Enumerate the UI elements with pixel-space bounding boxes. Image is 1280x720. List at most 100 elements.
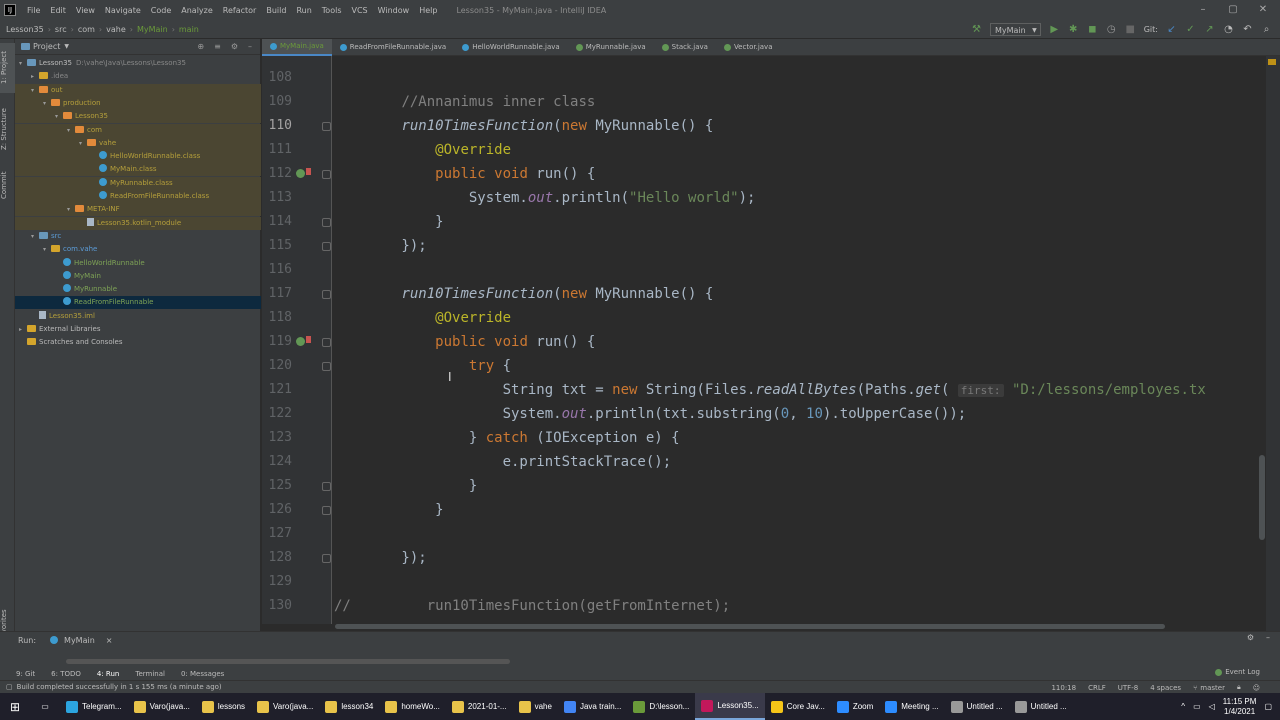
code-line[interactable] xyxy=(262,66,1280,90)
code-line[interactable]: String txt = new String(Files.readAllByt… xyxy=(262,378,1280,402)
menu-tools[interactable]: Tools xyxy=(317,6,347,15)
close-icon[interactable]: ✕ xyxy=(1256,3,1270,17)
tree-item[interactable]: MyMain.class xyxy=(15,163,261,177)
git-update-icon[interactable]: ↙ xyxy=(1166,24,1177,35)
tree-item[interactable]: MyMain xyxy=(15,270,261,283)
taskbar-item[interactable]: Java train... xyxy=(558,693,627,720)
expand-arrow-icon[interactable]: ▾ xyxy=(43,97,51,110)
tree-item[interactable]: MyRunnable.class xyxy=(15,176,261,190)
taskbar-item[interactable]: homeWo... xyxy=(379,693,446,720)
code-line[interactable]: public void run() { xyxy=(262,162,1280,186)
breadcrumb-item[interactable]: MyMain xyxy=(137,25,168,34)
build-hammer-icon[interactable]: ⚒ xyxy=(971,24,982,35)
expand-arrow-icon[interactable]: ▾ xyxy=(67,124,75,137)
taskbar-item[interactable]: Telegram... xyxy=(60,693,128,720)
code-line[interactable]: } xyxy=(262,498,1280,522)
tree-item[interactable]: ▾ com xyxy=(15,123,261,137)
expand-arrow-icon[interactable]: ▾ xyxy=(31,84,39,97)
hide-icon[interactable]: – xyxy=(1266,633,1270,642)
expand-arrow-icon[interactable]: ▾ xyxy=(19,57,27,70)
tree-item[interactable]: ▾ Lesson35 D:\vahe\Java\Lessons\Lesson35 xyxy=(15,57,261,70)
code-line[interactable]: System.out.println(txt.substring(0, 10).… xyxy=(262,402,1280,426)
expand-arrow-icon[interactable]: ▾ xyxy=(43,243,51,256)
menu-view[interactable]: View xyxy=(71,6,100,15)
smiley-icon[interactable]: ☺ xyxy=(1253,684,1260,692)
status-message[interactable]: Build completed successfully in 1 s 155 … xyxy=(17,683,222,691)
menu-window[interactable]: Window xyxy=(373,6,415,15)
code-line[interactable] xyxy=(262,522,1280,546)
taskbar-item[interactable]: Untitled ... xyxy=(945,693,1009,720)
run-output-scrollbar[interactable] xyxy=(66,659,510,664)
expand-arrow-icon[interactable]: ▸ xyxy=(19,323,27,336)
task-view-icon[interactable]: ▭ xyxy=(30,693,60,720)
warning-marker-icon[interactable] xyxy=(1268,59,1276,65)
editor-tab[interactable]: Stack.java xyxy=(654,39,716,56)
tree-item[interactable]: ▾ Lesson35 xyxy=(15,110,261,124)
tree-item[interactable]: Lesson35.iml xyxy=(15,310,261,323)
collapse-all-icon[interactable]: ≡ xyxy=(214,42,221,51)
gear-icon[interactable]: ⚙ xyxy=(1247,633,1254,642)
editor-tab[interactable]: ReadFromFileRunnable.java xyxy=(332,39,454,56)
tree-item[interactable]: HelloWorldRunnable xyxy=(15,257,261,270)
code-line[interactable]: System.out.println("Hello world"); xyxy=(262,186,1280,210)
menu-vcs[interactable]: VCS xyxy=(347,6,373,15)
lock-icon[interactable]: 🔒︎ xyxy=(1237,683,1241,692)
code-line[interactable]: } catch (IOException e) { xyxy=(262,426,1280,450)
taskbar-item[interactable]: vahe xyxy=(513,693,558,720)
taskbar-item[interactable]: Untitled ... xyxy=(1009,693,1073,720)
scrollbar-thumb[interactable] xyxy=(1259,455,1265,540)
breadcrumb-item[interactable]: src xyxy=(55,25,67,34)
tree-item[interactable]: ▾ out xyxy=(15,83,261,97)
taskbar-item[interactable]: Core Jav... xyxy=(765,693,831,720)
maximize-icon[interactable]: ▢ xyxy=(1226,3,1240,17)
taskbar-item[interactable]: Meeting ... xyxy=(879,693,944,720)
coverage-icon[interactable]: ◼ xyxy=(1087,24,1098,35)
code-line[interactable]: e.printStackTrace(); xyxy=(262,450,1280,474)
editor-tab[interactable]: Vector.java xyxy=(716,39,781,56)
chevron-down-icon[interactable]: ▼ xyxy=(64,43,69,50)
tree-item[interactable]: ▾ src xyxy=(15,230,261,243)
tray-chevron-icon[interactable]: ^ xyxy=(1181,702,1185,711)
bottom-tab[interactable]: 0: Messages xyxy=(181,670,224,678)
tree-item[interactable]: ▸ .idea xyxy=(15,70,261,83)
taskbar-item[interactable]: 2021-01-... xyxy=(446,693,513,720)
menu-refactor[interactable]: Refactor xyxy=(218,6,262,15)
menu-navigate[interactable]: Navigate xyxy=(100,6,146,15)
indent-setting[interactable]: 4 spaces xyxy=(1150,684,1181,692)
tree-item[interactable]: HelloWorldRunnable.class xyxy=(15,150,261,164)
code-line[interactable]: } xyxy=(262,210,1280,234)
revert-icon[interactable]: ↶ xyxy=(1242,24,1253,35)
editor-tab[interactable]: MyMain.java xyxy=(262,39,332,56)
taskbar-item[interactable]: Lesson35... xyxy=(695,693,765,720)
bottom-tab[interactable]: Terminal xyxy=(135,670,165,678)
tree-item[interactable]: ▾ vahe xyxy=(15,136,261,150)
code-line[interactable] xyxy=(262,570,1280,594)
hide-icon[interactable]: – xyxy=(248,42,252,51)
taskbar-item[interactable]: Zoom xyxy=(831,693,879,720)
code-line[interactable]: }); xyxy=(262,546,1280,570)
tree-item[interactable]: ReadFromFileRunnable xyxy=(15,296,261,310)
tree-item[interactable]: Scratches and Consoles xyxy=(15,336,261,349)
taskbar-item[interactable]: D:\lesson... xyxy=(627,693,695,720)
start-button[interactable]: ⊞ xyxy=(0,693,30,720)
file-encoding[interactable]: UTF-8 xyxy=(1118,684,1138,692)
menu-build[interactable]: Build xyxy=(261,6,291,15)
editor-tab[interactable]: HelloWorldRunnable.java xyxy=(454,39,568,56)
stop-icon[interactable]: ■ xyxy=(1125,24,1136,35)
run-config-select[interactable]: MyMain ▼ xyxy=(990,23,1041,36)
menu-code[interactable]: Code xyxy=(146,6,176,15)
tree-item[interactable]: ReadFromFileRunnable.class xyxy=(15,190,261,203)
minimize-icon[interactable]: – xyxy=(1196,3,1210,17)
code-line[interactable]: run10TimesFunction(new MyRunnable() { xyxy=(262,282,1280,306)
code-line[interactable]: // run10TimesFunction(getFromInternet); xyxy=(262,594,1280,618)
code-line[interactable]: @Override xyxy=(262,306,1280,330)
menu-file[interactable]: File xyxy=(22,6,45,15)
close-tab-icon[interactable]: × xyxy=(106,636,113,645)
code-line[interactable]: }); xyxy=(262,234,1280,258)
line-separator[interactable]: CRLF xyxy=(1088,684,1106,692)
tree-item[interactable]: ▾ META-INF xyxy=(15,203,261,217)
breadcrumb-item[interactable]: vahe xyxy=(106,25,126,34)
search-icon[interactable]: ⌕ xyxy=(1261,24,1272,35)
taskbar-item[interactable]: lessons xyxy=(196,693,251,720)
clock[interactable]: 11:15 PM 1/4/2021 xyxy=(1223,697,1257,717)
